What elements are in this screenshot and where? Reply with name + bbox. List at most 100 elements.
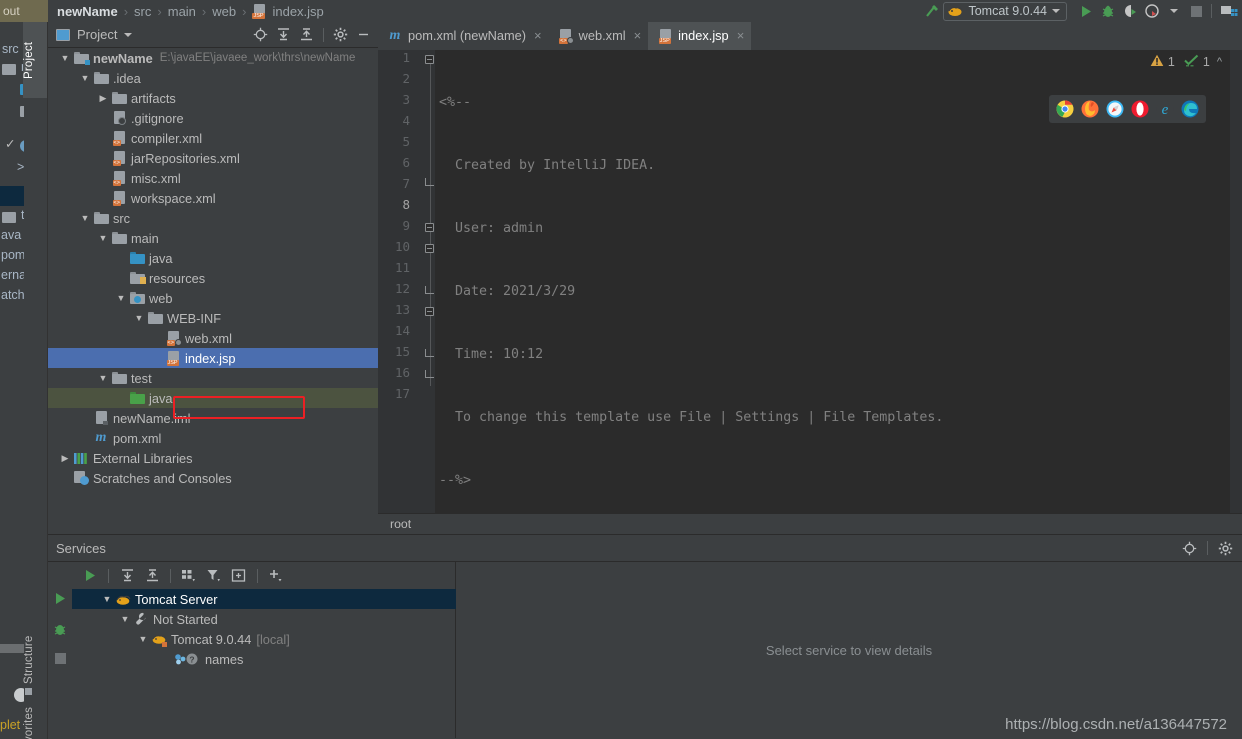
run-service-button[interactable] (79, 565, 101, 587)
filter-funnel-icon[interactable] (203, 565, 225, 587)
tree-node-resources[interactable]: resources (48, 268, 378, 288)
breadcrumb-item-file[interactable]: index.jsp (272, 4, 323, 19)
breadcrumb-item-web[interactable]: web (212, 4, 236, 19)
tree-node-workspace-xml[interactable]: <> workspace.xml (48, 188, 378, 208)
chevron-down-icon[interactable]: ▼ (100, 594, 114, 604)
minimize-icon[interactable] (353, 24, 374, 45)
status-breadcrumb-root[interactable]: root (390, 517, 411, 531)
tree-node-jarrepositories-xml[interactable]: <> jarRepositories.xml (48, 148, 378, 168)
gear-icon[interactable] (1215, 538, 1236, 559)
chevron-down-icon[interactable] (1052, 9, 1060, 13)
tree-node-idea[interactable]: ▼ .idea (48, 68, 378, 88)
tree-node-test[interactable]: ▼ test (48, 368, 378, 388)
layout-icon[interactable] (1216, 0, 1242, 22)
chevron-down-icon[interactable]: ▼ (118, 614, 132, 624)
tree-node-web-inf[interactable]: ▼ WEB-INF (48, 308, 378, 328)
fold-marker[interactable] (425, 223, 434, 232)
tree-node-newname[interactable]: ▼ newName E:\javaEE\javaee_work\thrs\new… (48, 48, 378, 68)
chevron-down-icon[interactable]: ▼ (136, 634, 150, 644)
tree-node-compiler-xml[interactable]: <> compiler.xml (48, 128, 378, 148)
service-node-tomcat-server[interactable]: ▼ Tomcat Server (72, 589, 456, 609)
sidebar-item-structure[interactable]: Structure (23, 622, 47, 708)
safari-icon[interactable] (1106, 100, 1124, 118)
tree-node-web-xml[interactable]: <> web.xml (48, 328, 378, 348)
tab-index-jsp[interactable]: JSP index.jsp × (648, 22, 752, 50)
edge-icon[interactable] (1181, 100, 1199, 118)
debug-bug-icon[interactable] (53, 622, 67, 641)
chevron-down-icon[interactable]: ▼ (78, 68, 92, 88)
gear-icon[interactable] (330, 24, 351, 45)
chevron-down-icon[interactable]: ▼ (132, 308, 146, 328)
fold-end-marker[interactable] (425, 349, 434, 357)
service-node-tomcat-local[interactable]: ▼ Tomcat 9.0.44 [local] (72, 629, 455, 649)
chrome-icon[interactable] (1056, 100, 1074, 118)
close-icon[interactable]: × (534, 28, 542, 43)
close-icon[interactable]: × (737, 28, 745, 43)
project-tree[interactable]: ▼ newName E:\javaEE\javaee_work\thrs\new… (48, 48, 378, 533)
inspection-widget[interactable]: 1 1 ^ (1150, 54, 1222, 70)
select-opened-file-button[interactable] (250, 24, 271, 45)
fold-marker[interactable] (425, 307, 434, 316)
service-node-not-started[interactable]: ▼ Not Started (72, 609, 455, 629)
add-service-button[interactable] (265, 565, 287, 587)
run-play-icon[interactable] (54, 592, 67, 610)
collapse-all-button[interactable] (296, 24, 317, 45)
breadcrumb-item-main[interactable]: main (168, 4, 196, 19)
sidebar-item-favorites[interactable]: Favorites (23, 707, 47, 739)
new-tab-icon[interactable] (228, 565, 250, 587)
run-with-coverage-button[interactable] (1119, 0, 1141, 22)
fold-end-marker[interactable] (425, 178, 434, 186)
tree-node-src[interactable]: ▼ src (48, 208, 378, 228)
tree-node-pom-xml[interactable]: m pom.xml (48, 428, 378, 448)
tree-node-test-java[interactable]: java (48, 388, 378, 408)
fold-marker[interactable] (425, 55, 434, 64)
expand-all-button[interactable] (116, 565, 138, 587)
chevron-down-icon[interactable]: ▼ (78, 208, 92, 228)
tree-node-gitignore[interactable]: .gitignore (48, 108, 378, 128)
group-by-button[interactable] (178, 565, 200, 587)
fold-marker[interactable] (425, 244, 434, 253)
stop-button[interactable] (1185, 0, 1207, 22)
chevron-down-icon[interactable] (1163, 0, 1185, 22)
chevron-up-icon[interactable]: ^ (1217, 56, 1222, 68)
crosshair-target-icon[interactable] (1179, 538, 1200, 559)
tab-web-xml[interactable]: <> web.xml × (549, 22, 649, 50)
chevron-down-icon[interactable]: ▼ (96, 228, 110, 248)
expand-all-button[interactable] (273, 24, 294, 45)
editor-gutter[interactable]: 1 2 3 4 5 6 7 8 9 10 11 12 13 14 15 16 1… (378, 50, 435, 513)
tree-node-scratches-consoles[interactable]: Scratches and Consoles (48, 468, 378, 488)
chevron-right-icon[interactable]: ▶ (58, 448, 72, 468)
firefox-icon[interactable] (1081, 100, 1099, 118)
fold-end-marker[interactable] (425, 286, 434, 294)
collapse-all-button[interactable] (141, 565, 163, 587)
code-editor[interactable]: 1 2 3 4 5 6 7 8 9 10 11 12 13 14 15 16 1… (378, 50, 1242, 513)
tree-node-misc-xml[interactable]: <> misc.xml (48, 168, 378, 188)
build-hammer-icon[interactable] (921, 0, 943, 22)
run-configuration-selector[interactable]: Tomcat 9.0.44 (943, 1, 1067, 21)
chevron-down-icon[interactable]: ▼ (58, 48, 72, 68)
browser-preview-bar[interactable]: e (1049, 95, 1206, 123)
close-icon[interactable]: × (634, 28, 642, 43)
chevron-down-icon[interactable]: ▼ (114, 288, 128, 308)
tree-node-main-java[interactable]: java (48, 248, 378, 268)
stop-square-icon[interactable] (54, 653, 66, 664)
run-button[interactable] (1075, 0, 1097, 22)
editor-scrollbar[interactable] (1230, 50, 1242, 513)
tree-node-web[interactable]: ▼ web (48, 288, 378, 308)
tree-node-newname-iml[interactable]: newName.iml (48, 408, 378, 428)
opera-icon[interactable] (1131, 100, 1149, 118)
breadcrumb-item-project[interactable]: newName (57, 4, 118, 19)
fold-end-marker[interactable] (425, 370, 434, 378)
service-node-names[interactable]: ? names (72, 649, 455, 669)
breadcrumb-item-src[interactable]: src (134, 4, 151, 19)
tree-node-index-jsp[interactable]: JSP index.jsp (48, 348, 378, 368)
chevron-down-icon[interactable] (124, 32, 133, 37)
tree-node-main[interactable]: ▼ main (48, 228, 378, 248)
tree-node-artifacts[interactable]: ▶ artifacts (48, 88, 378, 108)
profiler-button[interactable] (1141, 0, 1163, 22)
chevron-right-icon[interactable]: ▶ (96, 88, 110, 108)
internet-explorer-icon[interactable]: e (1156, 100, 1174, 118)
chevron-down-icon[interactable]: ▼ (96, 368, 110, 388)
debug-button[interactable] (1097, 0, 1119, 22)
sidebar-item-project[interactable]: Project (23, 22, 47, 98)
